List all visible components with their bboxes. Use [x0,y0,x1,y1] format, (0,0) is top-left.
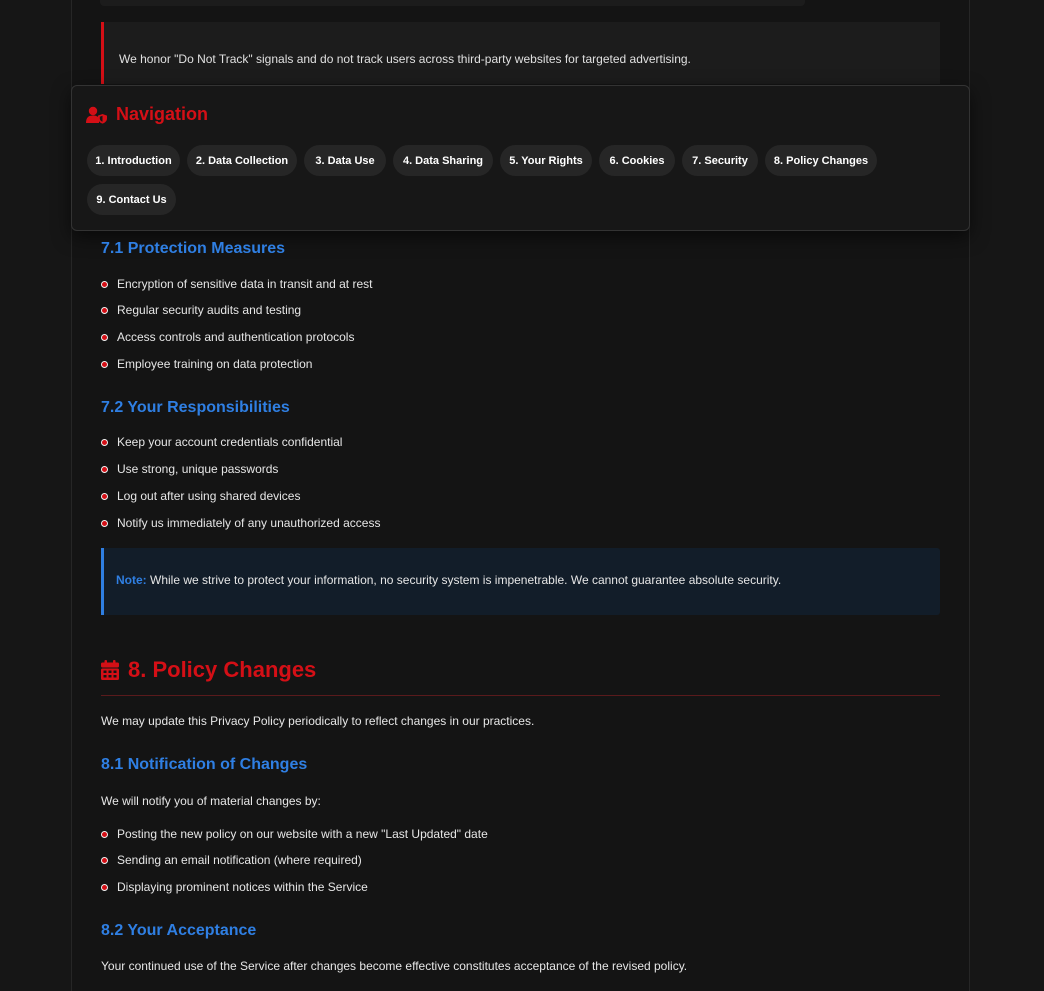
navigation-heading: Navigation [86,104,208,125]
top-fade [100,0,805,6]
nav-link-contact-us[interactable]: 9. Contact Us [87,184,176,215]
policy-changes-intro: We may update this Privacy Policy period… [101,714,535,728]
nav-link-your-rights[interactable]: 5. Your Rights [500,145,592,176]
bullet-icon [101,465,108,473]
bullet-icon [101,360,108,368]
note-label: Note: [116,573,147,587]
bullet-icon [101,856,108,864]
bullet-icon [101,438,108,446]
nav-link-security[interactable]: 7. Security [682,145,758,176]
bullet-icon [101,883,108,891]
security-note: Note: While we strive to protect your in… [116,573,781,587]
nav-link-policy-changes[interactable]: 8. Policy Changes [765,145,877,176]
user-shield-icon [86,106,107,124]
list-item: Log out after using shared devices [101,489,300,503]
bullet-icon [101,280,108,288]
section-divider [101,695,940,696]
list-item: Sending an email notification (where req… [101,853,362,867]
list-item: Notify us immediately of any unauthorize… [101,516,380,530]
acceptance-text: Your continued use of the Service after … [101,959,688,973]
list-item: Keep your account credentials confidenti… [101,435,342,449]
policy-changes-heading: 8. Policy Changes [101,657,316,683]
list-item: Employee training on data protection [101,357,312,371]
calendar-icon [101,660,119,680]
nav-link-data-sharing[interactable]: 4. Data Sharing [393,145,493,176]
note-text: While we strive to protect your informat… [146,573,782,587]
nav-link-data-use[interactable]: 3. Data Use [304,145,386,176]
nav-link-data-collection[interactable]: 2. Data Collection [187,145,297,176]
list-item: Posting the new policy on our website wi… [101,827,488,841]
bullet-icon [101,333,108,341]
nav-link-introduction[interactable]: 1. Introduction [87,145,180,176]
acceptance-heading: 8.2 Your Acceptance [101,922,257,939]
bullet-icon [101,830,108,838]
navigation-title: Navigation [116,104,209,124]
notification-intro: We will notify you of material changes b… [101,794,321,808]
list-item: Regular security audits and testing [101,303,301,317]
bullet-icon [101,519,108,527]
bullet-icon [101,306,108,314]
policy-changes-title: 8. Policy Changes [128,657,317,682]
notification-heading: 8.1 Notification of Changes [101,756,308,773]
list-item: Encryption of sensitive data in transit … [101,277,372,291]
dnt-notice-text: We honor "Do Not Track" signals and do n… [119,52,691,66]
list-item: Displaying prominent notices within the … [101,880,368,894]
list-item: Use strong, unique passwords [101,462,278,476]
list-item: Access controls and authentication proto… [101,330,354,344]
bullet-icon [101,492,108,500]
protection-measures-heading: 7.1 Protection Measures [101,240,286,257]
responsibilities-heading: 7.2 Your Responsibilities [101,399,290,416]
nav-link-cookies[interactable]: 6. Cookies [599,145,675,176]
